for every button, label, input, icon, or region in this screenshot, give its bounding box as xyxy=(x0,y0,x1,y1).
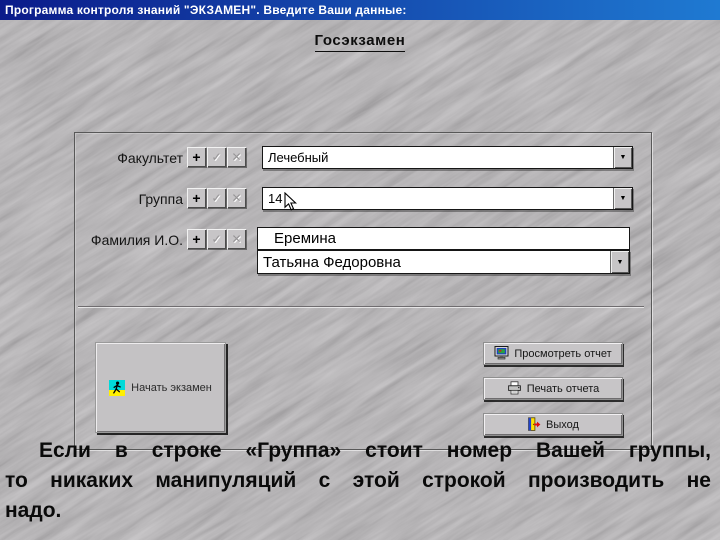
person-navigator: + ✓ ✕ xyxy=(187,229,246,249)
dropdown-arrow-icon: ▼ xyxy=(619,154,627,161)
person-add-button[interactable]: + xyxy=(187,229,206,249)
person-label: Фамилия И.О. xyxy=(90,232,183,248)
exit-button[interactable]: Выход xyxy=(483,413,623,436)
monitor-icon xyxy=(494,346,509,360)
faculty-combobox: ▼ xyxy=(262,146,633,169)
printer-icon xyxy=(507,381,521,395)
page-title: Госэкзамен xyxy=(0,32,720,52)
exit-door-icon xyxy=(528,417,541,431)
person-delete-button[interactable]: ✕ xyxy=(227,229,246,249)
faculty-add-button[interactable]: + xyxy=(187,147,206,167)
running-man-icon xyxy=(109,379,126,396)
group-navigator: + ✓ ✕ xyxy=(187,188,246,208)
form-separator xyxy=(78,306,644,307)
dropdown-arrow-icon: ▼ xyxy=(619,195,627,202)
group-delete-button[interactable]: ✕ xyxy=(227,188,246,208)
app-window: Программа контроля знаний "ЭКЗАМЕН". Вве… xyxy=(0,0,720,540)
faculty-navigator: + ✓ ✕ xyxy=(187,147,246,167)
mouse-cursor xyxy=(284,192,297,211)
faculty-input[interactable] xyxy=(263,147,613,168)
group-add-button[interactable]: + xyxy=(187,188,206,208)
group-label: Группа xyxy=(138,191,183,207)
group-confirm-button[interactable]: ✓ xyxy=(207,188,226,208)
faculty-confirm-button[interactable]: ✓ xyxy=(207,147,226,167)
desktop-area: Госэкзамен Факультет + ✓ ✕ ▼ Группа + ✓ … xyxy=(0,20,720,540)
start-exam-label: Начать экзамен xyxy=(131,381,212,394)
group-dropdown-button[interactable]: ▼ xyxy=(613,188,632,209)
group-combobox: ▼ xyxy=(262,187,633,210)
exit-label: Выход xyxy=(546,418,579,431)
view-report-button[interactable]: Просмотреть отчет xyxy=(483,342,623,365)
name-dropdown-button[interactable]: ▼ xyxy=(610,251,629,273)
view-report-label: Просмотреть отчет xyxy=(514,347,612,360)
surname-input[interactable] xyxy=(258,228,629,249)
window-title: Программа контроля знаний "ЭКЗАМЕН". Вве… xyxy=(5,3,407,17)
faculty-dropdown-button[interactable]: ▼ xyxy=(613,147,632,168)
surname-field xyxy=(257,227,630,250)
print-report-button[interactable]: Печать отчета xyxy=(483,377,623,400)
dropdown-arrow-icon: ▼ xyxy=(616,258,624,266)
group-input[interactable] xyxy=(263,188,613,209)
title-bar[interactable]: Программа контроля знаний "ЭКЗАМЕН". Вве… xyxy=(0,0,720,20)
print-report-label: Печать отчета xyxy=(526,382,600,395)
instruction-note: Если в строке «Группа» стоит номер Вашей… xyxy=(5,439,711,522)
faculty-label: Факультет xyxy=(117,150,183,166)
faculty-delete-button[interactable]: ✕ xyxy=(227,147,246,167)
name-patronymic-combobox: ▼ xyxy=(257,250,630,274)
name-patronymic-input[interactable] xyxy=(258,251,610,273)
person-confirm-button[interactable]: ✓ xyxy=(207,229,226,249)
start-exam-button[interactable]: Начать экзамен xyxy=(95,342,226,433)
